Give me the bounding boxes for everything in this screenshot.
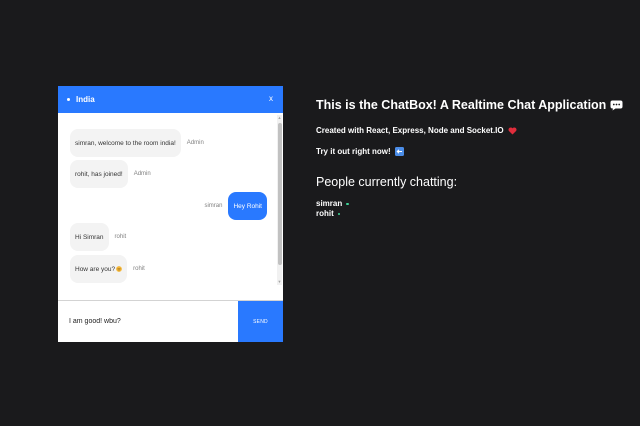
scrollbar-thumb[interactable] [277,123,282,265]
message-sender: rohit [114,234,127,240]
room-name: India [76,95,95,104]
online-indicator-icon [67,98,70,101]
message-bubble: rohit, has joined! [70,160,128,188]
message-row: rohit, has joined! Admin [70,160,157,188]
person-name: rohit [316,209,334,218]
app-cta: Try it out right now! [316,147,623,156]
person-item: simran [316,199,623,209]
left-arrow-icon [394,147,404,156]
page: India x simran, welcome to the room indi… [0,0,640,426]
app-title-text: This is the ChatBox! A Realtime Chat App… [316,98,607,112]
message-sender: Admin [186,140,204,146]
message-text: Hey Rohit [233,202,262,210]
message-composer: SEND [58,300,283,342]
message-sender: rohit [133,266,145,272]
message-text: Hi Simran [75,233,104,241]
messages-scrollbar[interactable]: ▲ ▼ [277,115,282,285]
message-bubble: simran, welcome to the room india! [70,129,181,157]
online-status-icon [346,202,349,206]
chat-header: India x [58,86,283,113]
scroll-down-icon[interactable]: ▼ [277,279,282,285]
send-button[interactable]: SEND [238,301,283,342]
message-row: simran, welcome to the room india! Admin [70,129,210,157]
message-bubble: How are you? [70,255,128,283]
chat-window: India x simran, welcome to the room indi… [58,86,283,342]
close-icon[interactable]: x [269,94,273,103]
message-row-own: simran Hey Rohit [198,192,267,220]
app-subtitle: Created with React, Express, Node and So… [316,126,623,135]
info-panel: This is the ChatBox! A Realtime Chat App… [316,98,623,219]
message-text: simran, welcome to the room india! [75,139,176,147]
smiley-icon [116,266,122,272]
messages-panel[interactable]: simran, welcome to the room india! Admin… [58,113,283,300]
people-list: simran rohit [316,199,623,219]
app-title: This is the ChatBox! A Realtime Chat App… [316,98,623,112]
message-text: rohit, has joined! [75,170,123,178]
message-bubble: Hi Simran [70,223,109,251]
heart-icon [508,126,517,135]
scroll-up-icon[interactable]: ▲ [277,115,282,121]
message-text: How are you? [75,265,116,273]
message-bubble-own: Hey Rohit [228,192,267,220]
app-cta-text: Try it out right now! [316,147,391,156]
app-subtitle-text: Created with React, Express, Node and So… [316,126,504,135]
person-name: simran [316,199,343,208]
person-item: rohit [316,209,623,219]
speech-balloon-icon [610,100,623,111]
message-sender: Admin [133,171,151,177]
people-heading: People currently chatting: [316,175,458,189]
online-status-icon [337,212,341,216]
message-row: How are you? rohit [70,255,151,283]
message-row: Hi Simran rohit [70,223,132,251]
message-input[interactable] [58,301,238,342]
message-sender: simran [204,203,223,209]
